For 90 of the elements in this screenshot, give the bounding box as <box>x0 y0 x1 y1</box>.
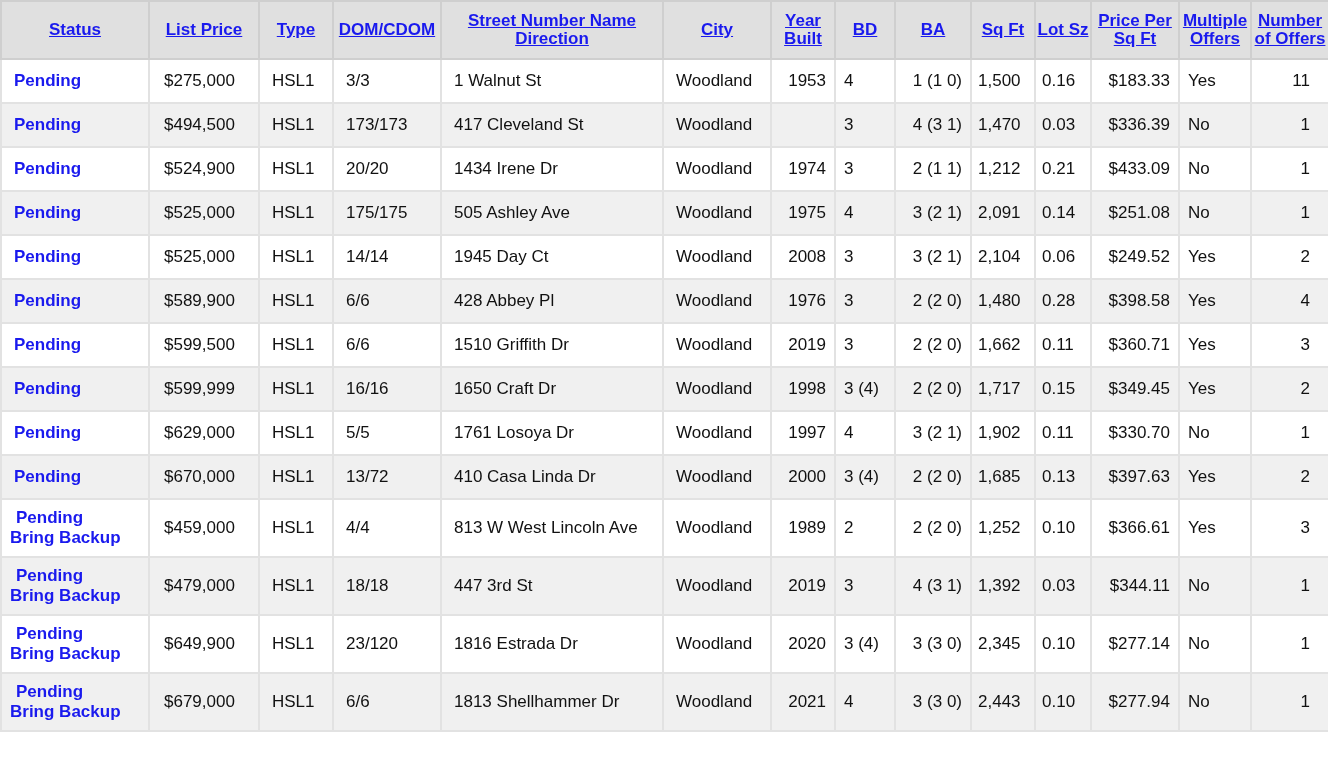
table-cell: $589,900 <box>149 279 259 323</box>
table-cell: 2000 <box>771 455 835 499</box>
table-cell: 1 <box>1251 191 1328 235</box>
table-cell: 4 (3 1) <box>895 103 971 147</box>
table-cell: $525,000 <box>149 191 259 235</box>
table-cell: 0.13 <box>1035 455 1091 499</box>
table-cell: 1998 <box>771 367 835 411</box>
table-cell: 0.10 <box>1035 673 1091 731</box>
table-cell: 1,685 <box>971 455 1035 499</box>
table-cell: 0.03 <box>1035 557 1091 615</box>
table-cell: Woodland <box>663 673 771 731</box>
table-cell: HSL1 <box>259 673 333 731</box>
table-cell: $398.58 <box>1091 279 1179 323</box>
table-cell: 1,392 <box>971 557 1035 615</box>
table-cell: HSL1 <box>259 191 333 235</box>
table-cell: 16/16 <box>333 367 441 411</box>
table-cell: 1975 <box>771 191 835 235</box>
table-cell: 1,470 <box>971 103 1035 147</box>
table-cell: Woodland <box>663 191 771 235</box>
table-cell: 505 Ashley Ave <box>441 191 663 235</box>
table-cell: 3 (4) <box>835 455 895 499</box>
table-cell: 447 3rd St <box>441 557 663 615</box>
table-cell: $344.11 <box>1091 557 1179 615</box>
table-cell: 2,443 <box>971 673 1035 731</box>
table-cell: 2 (2 0) <box>895 455 971 499</box>
table-cell: 428 Abbey Pl <box>441 279 663 323</box>
table-cell: 1813 Shellhammer Dr <box>441 673 663 731</box>
table-cell: 13/72 <box>333 455 441 499</box>
table-cell: 410 Casa Linda Dr <box>441 455 663 499</box>
table-cell: No <box>1179 673 1251 731</box>
table-cell: 417 Cleveland St <box>441 103 663 147</box>
table-cell: $336.39 <box>1091 103 1179 147</box>
table-cell: 2019 <box>771 557 835 615</box>
table-cell: Woodland <box>663 455 771 499</box>
table-cell: 1 <box>1251 557 1328 615</box>
table-cell: 2 (2 0) <box>895 367 971 411</box>
table-cell: 3 (4) <box>835 367 895 411</box>
table-cell: $277.94 <box>1091 673 1179 731</box>
table-cell: 3 (3 0) <box>895 673 971 731</box>
table-cell: Woodland <box>663 367 771 411</box>
table-cell: 0.03 <box>1035 103 1091 147</box>
table-cell: $494,500 <box>149 103 259 147</box>
table-cell: HSL1 <box>259 367 333 411</box>
table-cell: HSL1 <box>259 279 333 323</box>
table-cell: 0.28 <box>1035 279 1091 323</box>
table-cell: $599,999 <box>149 367 259 411</box>
table-cell: 1,717 <box>971 367 1035 411</box>
table-cell: $670,000 <box>149 455 259 499</box>
table-cell: 3 <box>835 279 895 323</box>
table-cell: 1976 <box>771 279 835 323</box>
table-cell: 4 <box>835 191 895 235</box>
table-cell: Yes <box>1179 367 1251 411</box>
table-cell: 1,480 <box>971 279 1035 323</box>
table-cell: 4 <box>1251 279 1328 323</box>
table-cell: $397.63 <box>1091 455 1179 499</box>
table-cell: $479,000 <box>149 557 259 615</box>
table-cell: HSL1 <box>259 455 333 499</box>
table-cell: 1 <box>1251 673 1328 731</box>
table-cell: Woodland <box>663 279 771 323</box>
table-cell: 2,091 <box>971 191 1035 235</box>
table-cell: Yes <box>1179 455 1251 499</box>
table-cell: 1650 Craft Dr <box>441 367 663 411</box>
table-cell: 175/175 <box>333 191 441 235</box>
table-cell: 3 <box>835 103 895 147</box>
table-cell: 6/6 <box>333 673 441 731</box>
table-cell: Woodland <box>663 103 771 147</box>
table-cell: Woodland <box>663 557 771 615</box>
table-cell: 173/173 <box>333 103 441 147</box>
table-cell: 2 <box>1251 455 1328 499</box>
table-cell: HSL1 <box>259 103 333 147</box>
table-cell: $251.08 <box>1091 191 1179 235</box>
table-cell: 4 <box>835 673 895 731</box>
table-cell: 6/6 <box>333 279 441 323</box>
table-cell: 3 <box>835 557 895 615</box>
table-cell: 0.14 <box>1035 191 1091 235</box>
table-cell: No <box>1179 191 1251 235</box>
table-cell: 2021 <box>771 673 835 731</box>
table-cell: No <box>1179 557 1251 615</box>
table-cell: 4 (3 1) <box>895 557 971 615</box>
table-cell: HSL1 <box>259 557 333 615</box>
table-cell: No <box>1179 103 1251 147</box>
table-cell: $679,000 <box>149 673 259 731</box>
table-cell: 2 <box>1251 367 1328 411</box>
table-cell: 0.15 <box>1035 367 1091 411</box>
table-cell: 18/18 <box>333 557 441 615</box>
table-cell: 1 <box>1251 103 1328 147</box>
table-cell: $349.45 <box>1091 367 1179 411</box>
table-cell: 2 (2 0) <box>895 279 971 323</box>
table-cell: 3 (2 1) <box>895 191 971 235</box>
table-cell: Yes <box>1179 279 1251 323</box>
